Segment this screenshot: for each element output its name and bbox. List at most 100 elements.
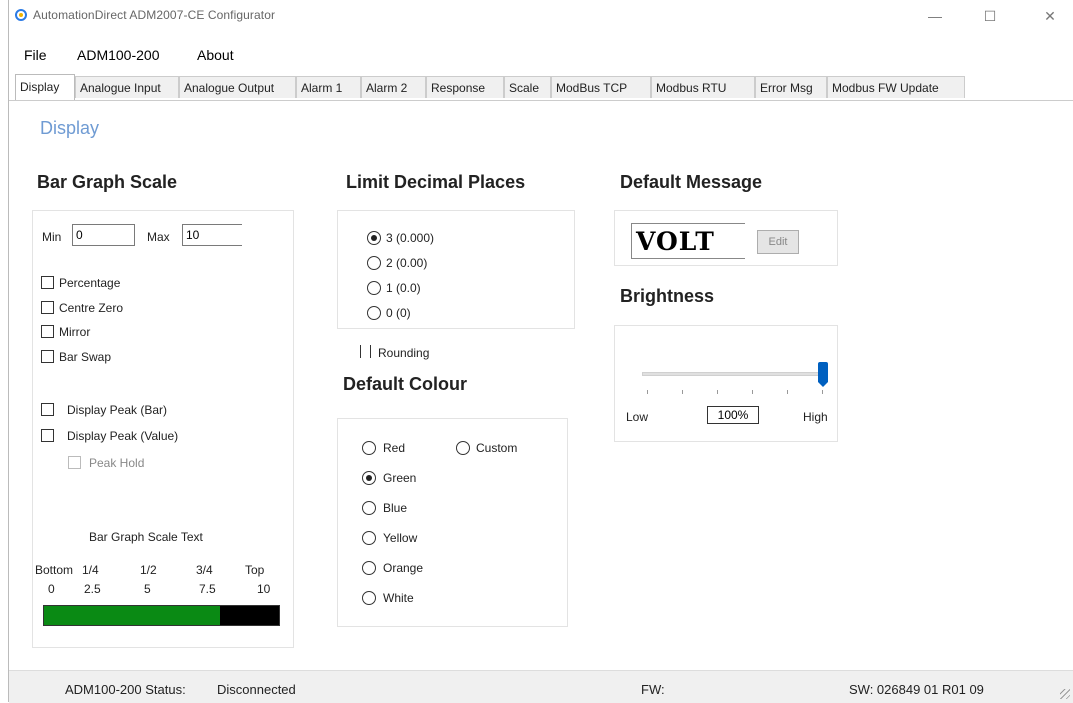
colour-yellow-radio[interactable]: [362, 531, 376, 545]
display-peak-bar-checkbox[interactable]: [41, 403, 54, 416]
colour-white-label: White: [383, 591, 414, 605]
display-peak-bar-label: Display Peak (Bar): [67, 403, 168, 417]
bar-graph-title: Bar Graph Scale: [37, 172, 178, 192]
scale-position-three-quarter: 3/4: [196, 563, 213, 577]
max-input[interactable]: 10: [182, 224, 242, 246]
colour-custom-label: Custom: [476, 441, 518, 455]
decimal-3-label: 3 (0.000): [386, 231, 435, 245]
sw-version: SW: 026849 01 R01 09: [849, 682, 984, 697]
device-status-value: Disconnected: [217, 682, 296, 697]
default-message-display: VOLT: [631, 223, 745, 259]
colour-blue-radio[interactable]: [362, 501, 376, 515]
colour-orange-radio[interactable]: [362, 561, 376, 575]
tab-scale[interactable]: Scale: [504, 76, 551, 98]
slider-tick: [822, 390, 823, 394]
peak-hold-checkbox[interactable]: [68, 456, 81, 469]
minimize-button[interactable]: —: [912, 2, 958, 30]
tab-analogue-output[interactable]: Analogue Output: [179, 76, 296, 98]
colour-green-label: Green: [383, 471, 417, 485]
colour-custom-radio[interactable]: [456, 441, 470, 455]
menu-device[interactable]: ADM100-200: [77, 47, 160, 63]
display-peak-value-checkbox[interactable]: [41, 429, 54, 442]
tab-strip: Display Analogue Input Analogue Output A…: [9, 74, 1073, 101]
slider-tick: [787, 390, 788, 394]
brightness-low-label: Low: [626, 410, 649, 424]
min-label: Min: [42, 230, 62, 244]
scale-value-half: 5: [144, 582, 151, 596]
colour-red-radio[interactable]: [362, 441, 376, 455]
tab-alarm-2[interactable]: Alarm 2: [361, 76, 426, 98]
bar-swap-checkbox[interactable]: [41, 350, 54, 363]
edit-message-button[interactable]: Edit: [757, 230, 799, 254]
percentage-label: Percentage: [59, 276, 121, 290]
centre-zero-checkbox[interactable]: [41, 301, 54, 314]
mirror-label: Mirror: [59, 325, 91, 339]
scale-value-top: 10: [257, 582, 271, 596]
title-bar: AutomationDirect ADM2007-CE Configurator…: [9, 0, 1073, 34]
percentage-checkbox[interactable]: [41, 276, 54, 289]
peak-hold-label: Peak Hold: [89, 456, 145, 470]
decimal-2-label: 2 (0.00): [386, 256, 428, 270]
brightness-slider-track[interactable]: [642, 372, 828, 376]
tab-analogue-input[interactable]: Analogue Input: [75, 76, 179, 98]
brightness-group: [614, 325, 838, 442]
scale-position-quarter: 1/4: [82, 563, 99, 577]
slider-tick: [682, 390, 683, 394]
colour-blue-label: Blue: [383, 501, 408, 515]
display-peak-value-label: Display Peak (Value): [67, 429, 179, 443]
brightness-slider-thumb[interactable]: [818, 362, 828, 387]
colour-green-radio[interactable]: [362, 471, 376, 485]
brightness-value: 100%: [707, 406, 759, 424]
tab-modbus-tcp[interactable]: ModBus TCP: [551, 76, 651, 98]
brightness-high-label: High: [803, 410, 828, 424]
close-button[interactable]: ✕: [1027, 2, 1073, 30]
app-logo-icon: [15, 9, 27, 21]
window-title: AutomationDirect ADM2007-CE Configurator: [33, 8, 276, 22]
decimal-1-label: 1 (0.0): [386, 281, 421, 295]
tab-modbus-rtu[interactable]: Modbus RTU: [651, 76, 755, 98]
menu-file[interactable]: File: [24, 47, 47, 63]
tab-response[interactable]: Response: [426, 76, 504, 98]
decimal-0-label: 0 (0): [386, 306, 411, 320]
scale-position-half: 1/2: [140, 563, 157, 577]
tab-modbus-fw-update[interactable]: Modbus FW Update: [827, 76, 965, 98]
menu-bar: File ADM100-200 About: [9, 45, 1073, 69]
decimal-3-radio[interactable]: [367, 231, 381, 245]
scale-text-title: Bar Graph Scale Text: [89, 530, 203, 544]
status-bar: ADM100-200 Status: Disconnected FW: SW: …: [9, 670, 1073, 703]
colour-yellow-label: Yellow: [383, 531, 418, 545]
resize-grip[interactable]: [1060, 689, 1070, 699]
slider-tick: [717, 390, 718, 394]
scale-value-three-quarter: 7.5: [199, 582, 216, 596]
tab-alarm-1[interactable]: Alarm 1: [296, 76, 361, 98]
centre-zero-label: Centre Zero: [59, 301, 124, 315]
maximize-button[interactable]: ☐: [967, 2, 1013, 30]
menu-about[interactable]: About: [197, 47, 234, 63]
page-title: Display: [40, 118, 100, 138]
device-status-label: ADM100-200 Status:: [65, 682, 186, 697]
colour-white-radio[interactable]: [362, 591, 376, 605]
decimal-1-radio[interactable]: [367, 281, 381, 295]
decimal-0-radio[interactable]: [367, 306, 381, 320]
rounding-label: Rounding: [378, 346, 430, 360]
slider-tick: [752, 390, 753, 394]
fw-version: FW:: [641, 682, 665, 697]
tab-error-msg[interactable]: Error Msg: [755, 76, 827, 98]
decimal-places-title: Limit Decimal Places: [346, 172, 526, 192]
bar-swap-label: Bar Swap: [59, 350, 112, 364]
scale-position-top: Top: [245, 563, 265, 577]
min-input[interactable]: 0: [72, 224, 135, 246]
default-message-title: Default Message: [620, 172, 763, 192]
slider-tick: [647, 390, 648, 394]
tab-display[interactable]: Display: [15, 74, 75, 100]
colour-red-label: Red: [383, 441, 406, 455]
decimal-2-radio[interactable]: [367, 256, 381, 270]
mirror-checkbox[interactable]: [41, 325, 54, 338]
bar-graph-fill: [44, 606, 221, 625]
scale-value-bottom: 0: [48, 582, 55, 596]
app-window: AutomationDirect ADM2007-CE Configurator…: [8, 0, 1073, 703]
scale-position-bottom: Bottom: [35, 563, 74, 577]
rounding-checkbox[interactable]: [360, 345, 371, 358]
max-label: Max: [147, 230, 170, 244]
colour-orange-label: Orange: [383, 561, 424, 575]
